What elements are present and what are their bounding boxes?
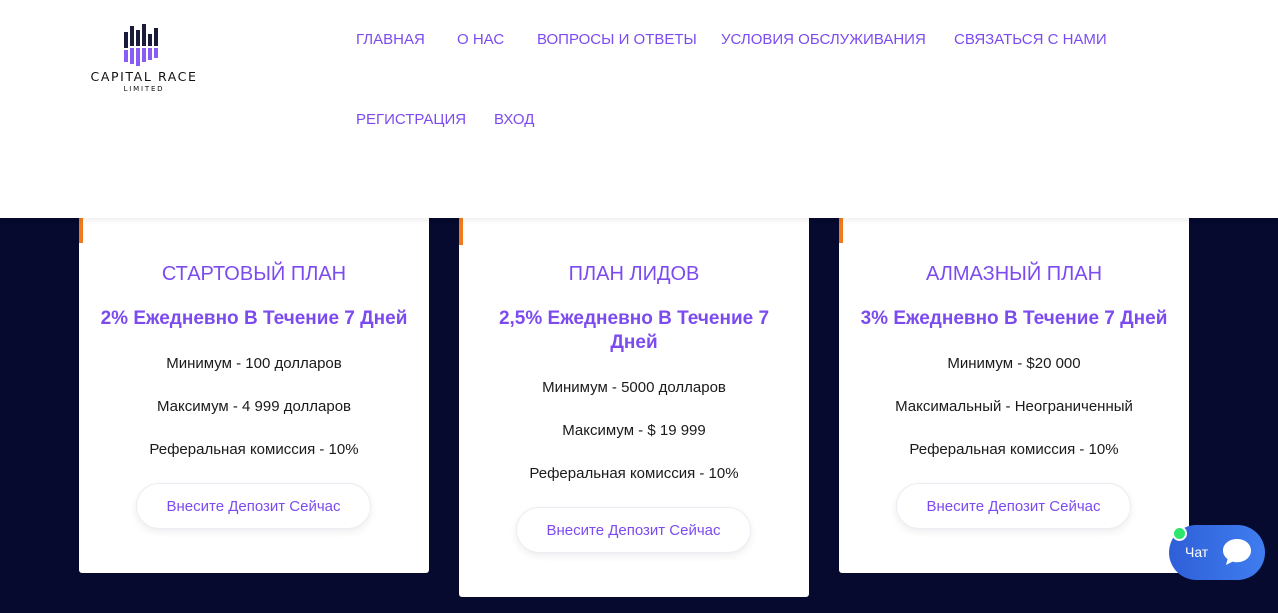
plan-referral: Реферальная комиссия - 10% [909,441,1119,458]
site-header: CAPITAL RACE LIMITED ГЛАВНАЯ О НАС ВОПРО… [0,0,1278,218]
nav-home[interactable]: ГЛАВНАЯ [356,31,425,48]
logo-bars-icon [124,24,158,66]
plan-minimum: Минимум - 5000 долларов [542,379,726,396]
chat-bubble-icon [1223,539,1251,565]
plan-referral: Реферальная комиссия - 10% [529,465,739,482]
plan-title: ПЛАН ЛИДОВ [568,263,700,285]
logo[interactable]: CAPITAL RACE LIMITED [78,24,210,96]
plan-maximum: Максимальный - Неограниченный [895,398,1133,415]
plan-maximum: Максимум - $ 19 999 [562,422,706,439]
nav-login[interactable]: ВХОД [494,111,534,128]
online-status-dot [1172,526,1187,541]
nav-register[interactable]: РЕГИСТРАЦИЯ [356,111,466,128]
chat-label: Чат [1185,544,1209,560]
plan-maximum: Максимум - 4 999 долларов [156,398,352,415]
plan-rate: 3% Ежедневно В Течение 7 Дней [860,308,1168,329]
plan-card-leads: ПЛАН ЛИДОВ 2,5% Ежедневно В Течение 7 Дн… [459,190,809,597]
logo-subtitle: LIMITED [123,85,165,93]
plan-rate: 2,5% Ежедневно В Течение 7 Дней [498,308,770,353]
deposit-button[interactable]: Внесите Депозит Сейчас [516,507,751,553]
deposit-button[interactable]: Внесите Депозит Сейчас [136,483,371,529]
plan-referral: Реферальная комиссия - 10% [149,441,359,458]
nav-about[interactable]: О НАС [457,31,504,48]
nav-contact[interactable]: СВЯЗАТЬСЯ С НАМИ [954,31,1107,48]
plan-card-starter: СТАРТОВЫЙ ПЛАН 2% Ежедневно В Течение 7 … [79,190,429,573]
plan-minimum: Минимум - $20 000 [947,355,1081,372]
plan-rate: 2% Ежедневно В Течение 7 Дней [100,308,408,329]
plan-card-diamond: АЛМАЗНЫЙ ПЛАН 3% Ежедневно В Течение 7 Д… [839,190,1189,573]
chat-widget-button[interactable]: Чат [1169,525,1265,580]
deposit-button[interactable]: Внесите Депозит Сейчас [896,483,1131,529]
logo-name: CAPITAL RACE [90,69,198,84]
nav-faq[interactable]: ВОПРОСЫ И ОТВЕТЫ [537,31,697,48]
plan-title: СТАРТОВЫЙ ПЛАН [161,263,347,285]
nav-terms[interactable]: УСЛОВИЯ ОБСЛУЖИВАНИЯ [721,31,926,48]
plan-minimum: Минимум - 100 долларов [166,355,342,372]
plan-title: АЛМАЗНЫЙ ПЛАН [925,263,1103,285]
